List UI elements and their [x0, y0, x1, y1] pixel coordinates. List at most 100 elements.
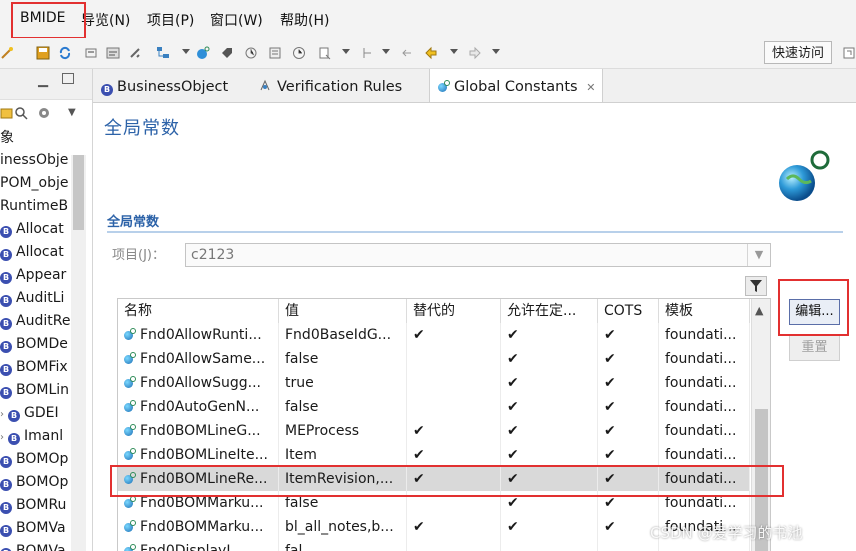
- open-type-dropdown-icon[interactable]: [342, 49, 350, 54]
- console-icon[interactable]: [106, 46, 120, 60]
- tree-item[interactable]: B BOMFix: [0, 356, 68, 378]
- tree-item[interactable]: B Allocat: [0, 241, 64, 263]
- tab-label: Global Constants: [454, 79, 578, 95]
- cell-allow: ✔: [501, 419, 598, 443]
- next-annotation-icon[interactable]: [360, 46, 374, 60]
- view-menu-icon[interactable]: ▼: [68, 107, 76, 118]
- back-arrow-icon[interactable]: [424, 46, 438, 60]
- chevron-down-icon[interactable]: ▼: [747, 244, 770, 266]
- clock-icon[interactable]: [292, 46, 306, 60]
- cell-allow: ✔: [501, 515, 598, 539]
- tag-icon[interactable]: [220, 46, 234, 60]
- close-icon[interactable]: ✕: [586, 81, 595, 94]
- project-select[interactable]: c2123 ▼: [185, 243, 771, 267]
- rule-icon[interactable]: [244, 46, 258, 60]
- quick-access-field[interactable]: 快速访问: [764, 41, 832, 64]
- constant-new-icon[interactable]: [196, 46, 210, 60]
- back-dropdown-icon[interactable]: [450, 49, 458, 54]
- lov-icon[interactable]: [268, 46, 282, 60]
- menu-window[interactable]: 窗口(W): [210, 10, 263, 30]
- left-panel-scroll-thumb[interactable]: [73, 155, 84, 230]
- forward-dropdown-icon[interactable]: [492, 49, 500, 54]
- column-header-template[interactable]: 模板: [659, 299, 750, 323]
- cell-template: foundati...: [659, 323, 750, 347]
- cell-cots: ✔: [598, 395, 659, 419]
- wand-icon[interactable]: [0, 46, 14, 60]
- table-scrollbar[interactable]: ▲: [751, 299, 770, 551]
- hierarchy-icon[interactable]: [156, 46, 170, 60]
- table-row[interactable]: Fnd0AutoGenN... false ✔ ✔ foundati...: [118, 395, 750, 419]
- tree-item[interactable]: B BOMOp: [0, 471, 68, 493]
- cell-cots: ✔: [598, 419, 659, 443]
- tree-item[interactable]: B Allocat: [0, 218, 64, 240]
- search-icon[interactable]: [14, 106, 28, 120]
- scroll-up-icon[interactable]: ▲: [755, 304, 763, 317]
- tab-global-constants[interactable]: Global Constants ✕: [429, 69, 603, 102]
- tree-item[interactable]: BBOMVa: [0, 540, 66, 551]
- refresh-icon[interactable]: [58, 46, 72, 60]
- gear-icon[interactable]: [36, 106, 52, 120]
- column-header-allow[interactable]: 允许在定...: [501, 299, 598, 323]
- expand-arrow-icon[interactable]: ›: [0, 404, 4, 426]
- maximize-icon[interactable]: [62, 73, 74, 84]
- tree-item[interactable]: B BOMOp: [0, 448, 68, 470]
- tree-item[interactable]: POM_obje: [0, 172, 69, 194]
- expand-arrow-icon[interactable]: ›: [0, 427, 4, 449]
- cell-override: [407, 347, 501, 371]
- deploy-icon[interactable]: [84, 46, 98, 60]
- cell-value: fal...: [279, 539, 407, 551]
- menu-project[interactable]: 项目(P): [147, 10, 194, 30]
- tools-icon[interactable]: [128, 46, 142, 60]
- table-row[interactable]: Fnd0BOMLineG... MEProcess ✔ ✔ ✔ foundati...: [118, 419, 750, 443]
- folder-icon[interactable]: [0, 106, 14, 120]
- table-row[interactable]: Fnd0AllowRunti... Fnd0BaseIdG... ✔ ✔ ✔ founda…: [118, 323, 750, 347]
- tree-item[interactable]: 象: [0, 127, 14, 149]
- table-row[interactable]: Fnd0AllowSame... false ✔ ✔ foundati...: [118, 347, 750, 371]
- cell-text: MEProcess: [285, 423, 360, 439]
- selected-row-highlight-box: [110, 465, 784, 497]
- hierarchy-dropdown-icon[interactable]: [182, 49, 190, 54]
- tree-item[interactable]: B AuditRe: [0, 310, 70, 332]
- tab-verification-rules[interactable]: Verification Rules: [251, 69, 429, 102]
- tab-business-object[interactable]: B BusinessObject: [93, 69, 251, 102]
- tree-item[interactable]: B Appear: [0, 264, 66, 286]
- last-edit-icon[interactable]: [400, 46, 414, 60]
- cell-override: ✔: [407, 323, 501, 347]
- menu-help[interactable]: 帮助(H): [280, 10, 329, 30]
- tree-item[interactable]: B AuditLi: [0, 287, 64, 309]
- tree-item[interactable]: › B GDEI: [0, 402, 59, 424]
- tree-item[interactable]: inessObje: [0, 149, 68, 171]
- globe-constant-icon: [779, 150, 830, 201]
- tree-item[interactable]: › B Imanl: [0, 425, 63, 447]
- forward-arrow-icon[interactable]: [468, 46, 482, 60]
- open-perspective-icon[interactable]: [842, 46, 856, 60]
- tree-item[interactable]: B BOMDe: [0, 333, 68, 355]
- column-header-override[interactable]: 替代的: [407, 299, 501, 323]
- save-icon[interactable]: [36, 46, 50, 60]
- cell-text: ✔: [604, 519, 616, 535]
- filter-button[interactable]: [745, 276, 767, 296]
- tree-item[interactable]: B BOMRu: [0, 494, 66, 516]
- page-title: 全局常数: [104, 118, 180, 139]
- project-label: 项目(J)：: [112, 248, 165, 263]
- left-panel-scrollbar[interactable]: [71, 155, 86, 551]
- column-header-name[interactable]: 名称: [118, 299, 279, 323]
- table-row[interactable]: Fnd0AllowSugg... true ✔ ✔ foundati...: [118, 371, 750, 395]
- column-header-cots[interactable]: COTS: [598, 299, 659, 323]
- constant-icon: [124, 448, 136, 460]
- table-row[interactable]: Fnd0BOMLineIte... Item ✔ ✔ ✔ foundati...: [118, 443, 750, 467]
- section-header: 全局常数: [107, 215, 160, 230]
- cell-allow: [501, 539, 598, 551]
- tree-item[interactable]: B BOMLin: [0, 379, 69, 401]
- tree-item[interactable]: BBOMVa: [0, 517, 66, 539]
- tree-item[interactable]: RuntimeB: [0, 195, 68, 217]
- menu-navigate[interactable]: 导览(N): [81, 10, 130, 30]
- minimize-icon[interactable]: ▁: [38, 73, 48, 88]
- next-annotation-dropdown-icon[interactable]: [382, 49, 390, 54]
- reset-button[interactable]: 重置: [789, 335, 840, 361]
- column-header-value[interactable]: 值: [279, 299, 407, 323]
- business-object-icon: B: [101, 84, 113, 96]
- open-type-icon[interactable]: [318, 46, 332, 60]
- cell-override: [407, 395, 501, 419]
- cell-override: [407, 539, 501, 551]
